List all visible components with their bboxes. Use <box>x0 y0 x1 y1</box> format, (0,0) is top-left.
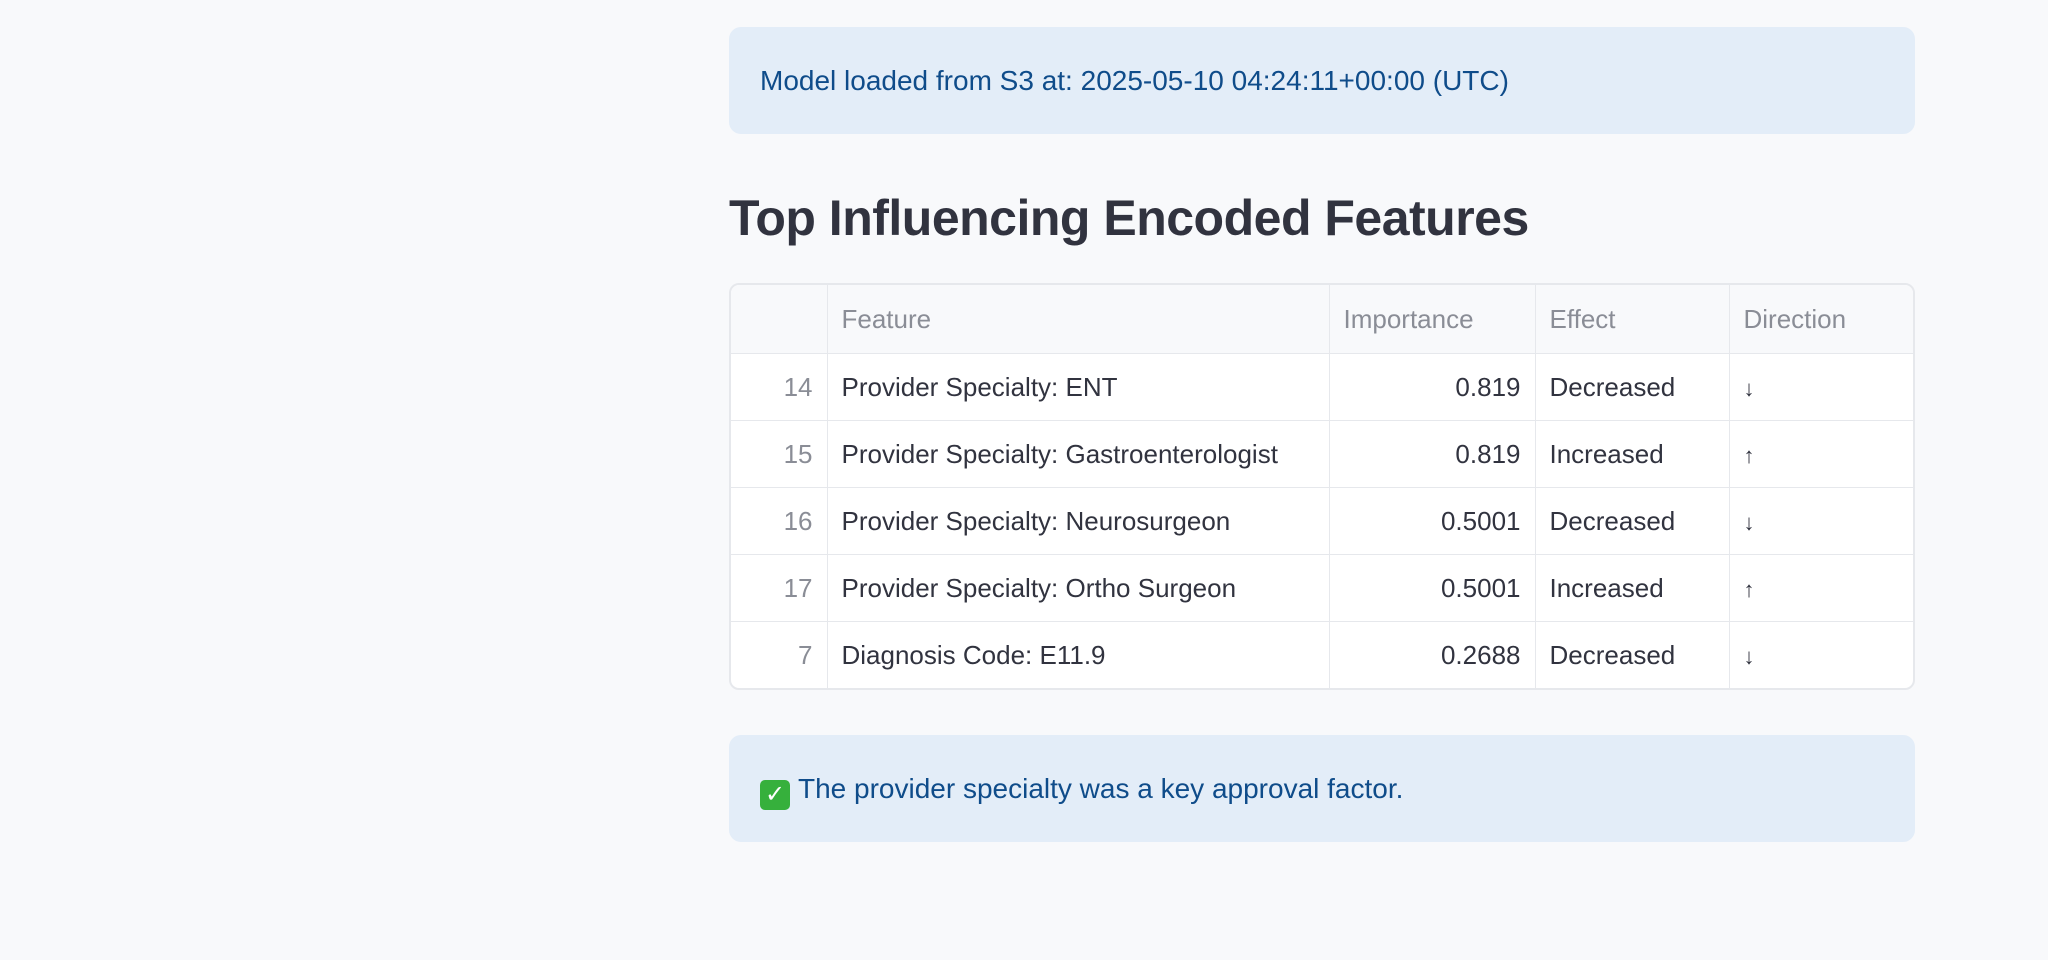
importance-cell: 0.819 <box>1329 420 1536 488</box>
effect-cell: Decreased <box>1535 353 1730 421</box>
result-text: The provider specialty was a key approva… <box>798 773 1404 804</box>
features-table[interactable]: Feature Importance Effect Direction 14 P… <box>729 283 1915 690</box>
importance-cell: 0.5001 <box>1329 554 1536 622</box>
table-row: 17 Provider Specialty: Ortho Surgeon 0.5… <box>731 554 1913 622</box>
column-header-feature[interactable]: Feature <box>827 285 1330 354</box>
arrow-down-icon: ↓ <box>1743 643 1755 669</box>
feature-cell: Diagnosis Code: E11.9 <box>827 621 1330 688</box>
feature-cell: Provider Specialty: ENT <box>827 353 1330 421</box>
column-header-index[interactable] <box>731 285 828 354</box>
check-mark-icon: ✓ <box>760 780 790 810</box>
effect-cell: Increased <box>1535 554 1730 622</box>
table-row: 7 Diagnosis Code: E11.9 0.2688 Decreased… <box>731 621 1913 689</box>
importance-cell: 0.5001 <box>1329 487 1536 555</box>
importance-cell: 0.2688 <box>1329 621 1536 688</box>
model-info-alert: Model loaded from S3 at: 2025-05-10 04:2… <box>729 27 1915 134</box>
importance-cell: 0.819 <box>1329 353 1536 421</box>
direction-cell: ↑ <box>1729 554 1913 622</box>
row-index: 14 <box>731 353 828 421</box>
table-row: 14 Provider Specialty: ENT 0.819 Decreas… <box>731 353 1913 421</box>
row-index: 15 <box>731 420 828 488</box>
section-title: Top Influencing Encoded Features <box>729 190 1529 246</box>
row-index: 16 <box>731 487 828 555</box>
effect-cell: Decreased <box>1535 487 1730 555</box>
feature-cell: Provider Specialty: Gastroenterologist <box>827 420 1330 488</box>
direction-cell: ↓ <box>1729 622 1913 689</box>
arrow-down-icon: ↓ <box>1743 509 1755 535</box>
result-alert: ✓ The provider specialty was a key approv… <box>729 735 1915 842</box>
table-row: 15 Provider Specialty: Gastroenterologis… <box>731 420 1913 488</box>
feature-cell: Provider Specialty: Ortho Surgeon <box>827 554 1330 622</box>
arrow-up-icon: ↑ <box>1743 576 1755 602</box>
arrow-up-icon: ↑ <box>1743 442 1755 468</box>
row-index: 7 <box>731 621 828 688</box>
main-content: Model loaded from S3 at: 2025-05-10 04:2… <box>729 27 1915 842</box>
effect-cell: Increased <box>1535 420 1730 488</box>
column-header-direction[interactable]: Direction <box>1729 285 1913 354</box>
effect-cell: Decreased <box>1535 621 1730 688</box>
feature-cell: Provider Specialty: Neurosurgeon <box>827 487 1330 555</box>
column-header-importance[interactable]: Importance <box>1329 285 1536 354</box>
direction-cell: ↓ <box>1729 487 1913 555</box>
column-header-effect[interactable]: Effect <box>1535 285 1730 354</box>
row-index: 17 <box>731 554 828 622</box>
table-row: 16 Provider Specialty: Neurosurgeon 0.50… <box>731 487 1913 555</box>
direction-cell: ↑ <box>1729 420 1913 488</box>
table-header-row: Feature Importance Effect Direction <box>731 285 1913 354</box>
arrow-down-icon: ↓ <box>1743 375 1755 401</box>
direction-cell: ↓ <box>1729 353 1913 421</box>
model-info-text: Model loaded from S3 at: 2025-05-10 04:2… <box>760 65 1509 96</box>
